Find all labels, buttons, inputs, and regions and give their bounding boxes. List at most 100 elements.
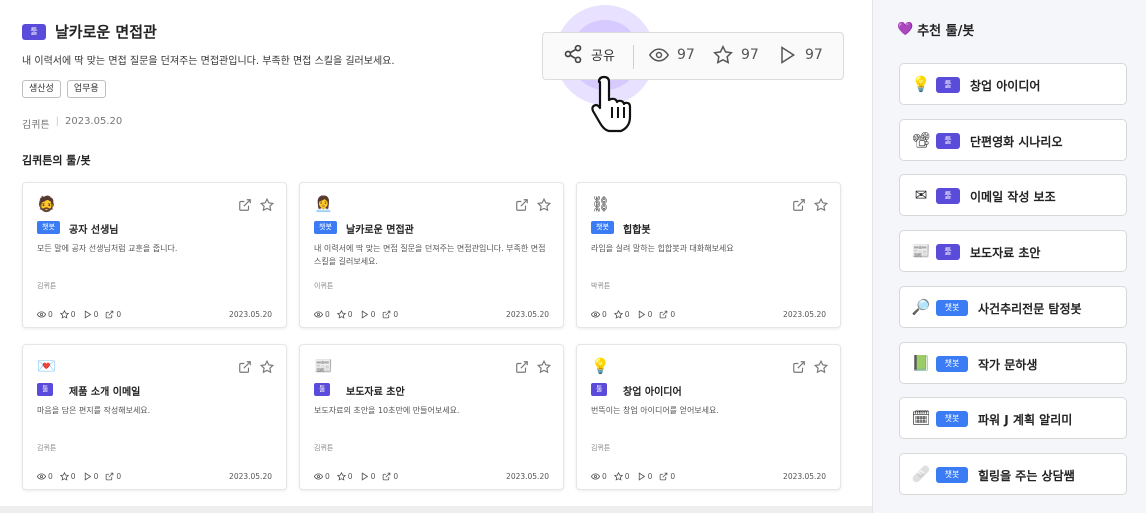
tag[interactable]: 업무용 — [66, 80, 106, 98]
favorite-star-icon[interactable] — [813, 197, 829, 216]
external-link-icon — [106, 310, 114, 319]
play-icon — [84, 472, 91, 481]
recommendation-item[interactable]: 🔎 챗봇 사건추리전문 탐정봇 — [899, 285, 1127, 328]
type-badge: 챗봇 — [314, 221, 337, 234]
recommendation-item[interactable]: 🗓 챗봇 파워 J 계획 알리미 — [899, 397, 1127, 440]
recommendation-item[interactable]: 💡 툴 창업 아이디어 — [899, 63, 1127, 105]
tool-card[interactable]: 💡 툴 창업 아이디어 번뜩이는 창업 아이디어를 얻어보세요. 김퀴튼 0 0 0 0 2023… — [576, 344, 841, 490]
play-button[interactable]: 97 — [777, 45, 823, 65]
star-icon — [336, 310, 346, 319]
tool-card[interactable]: 📰 툴 보도자료 초안 보도자료의 초안을 10초만에 만들어보세요. 김퀴튼 0 0 0 0 2… — [299, 344, 564, 490]
rec-emoji-icon: 📰 — [911, 242, 931, 261]
rec-label: 힐링을 주는 상담쌤 — [978, 468, 1075, 483]
card-emoji-icon: 💡 — [591, 357, 610, 375]
rec-label: 단편영화 시나리오 — [970, 134, 1063, 149]
type-badge: 툴 — [936, 132, 960, 149]
recommendation-item[interactable]: 📽 툴 단편영화 시나리오 — [899, 118, 1127, 161]
rec-label: 작가 문하생 — [978, 357, 1038, 372]
favorite-star-icon[interactable] — [259, 359, 275, 378]
tag-list: 생산성 업무용 — [22, 80, 106, 98]
view-stat: 0 — [37, 310, 53, 319]
share-button[interactable]: 공유 — [563, 44, 615, 64]
card-title: 보도자료 초안 — [346, 387, 405, 398]
type-badge: 챗봇 — [936, 411, 968, 428]
recommendation-item[interactable]: 🩹 챗봇 힐링을 주는 상담쌤 — [899, 452, 1127, 495]
recommendation-item[interactable]: ✉ 툴 이메일 작성 보조 — [899, 174, 1127, 217]
eye-icon — [591, 311, 600, 318]
card-author: 이퀴튼 — [314, 282, 334, 290]
tool-card[interactable]: 🧔 챗봇 공자 선생님 모든 말에 공자 선생님처럼 교훈을 줍니다. 김퀴튼 0 0 0 0 2… — [22, 182, 287, 328]
type-badge: 툴 — [22, 24, 46, 40]
star-icon — [713, 45, 733, 64]
recommendation-item[interactable]: 📰 툴 보도자료 초안 — [899, 230, 1127, 273]
action-bar: 공유 97 97 97 — [542, 32, 844, 80]
type-badge: 툴 — [591, 383, 608, 396]
rec-label: 창업 아이디어 — [970, 79, 1041, 93]
main-content: 툴 날카로운 면접관 내 이력서에 딱 맞는 면접 질문을 던져주는 면접관입니… — [0, 0, 872, 513]
type-badge: 챗봇 — [936, 466, 968, 483]
publish-date: 2023.05.20 — [64, 116, 123, 127]
open-in-new-icon[interactable] — [792, 197, 806, 216]
eye-icon — [314, 311, 323, 318]
type-badge: 툴 — [314, 383, 331, 396]
type-badge: 툴 — [936, 188, 960, 205]
card-date: 2023.05.20 — [783, 472, 826, 481]
favorite-star-icon[interactable] — [536, 197, 552, 216]
rec-label: 사건추리전문 탐정봇 — [978, 301, 1082, 316]
card-description: 보도자료의 초안을 10초만에 만들어보세요. — [314, 406, 460, 415]
meta-divider: | — [55, 116, 59, 127]
card-title: 힙합봇 — [623, 225, 651, 236]
horizontal-scrollbar[interactable] — [0, 506, 872, 513]
rec-emoji-icon: 📽 — [911, 130, 931, 149]
open-in-new-icon[interactable] — [238, 197, 252, 216]
view-count-value: 97 — [677, 47, 695, 63]
tool-card[interactable]: ⛓ 챗봇 힙합봇 라임을 실려 말하는 힙합봇과 대화해보세요 박퀴튼 0 0 0 0 2023.… — [576, 182, 841, 328]
view-count: 97 — [649, 45, 695, 65]
tool-card[interactable]: 👩‍💼 챗봇 날카로운 면접관 내 이력서에 딱 맞는 면접 질문을 던져주는 면접관… — [299, 182, 564, 328]
play-stat: 0 — [637, 310, 652, 319]
star-button[interactable]: 97 — [713, 45, 759, 65]
play-stat: 0 — [83, 472, 98, 481]
open-in-new-icon[interactable] — [515, 197, 529, 216]
play-icon — [361, 310, 368, 319]
open-in-new-icon[interactable] — [792, 359, 806, 378]
card-emoji-icon: 📰 — [314, 357, 333, 375]
eye-icon — [591, 473, 600, 480]
tag[interactable]: 생산성 — [22, 80, 61, 98]
star-icon — [59, 310, 69, 319]
favorite-star-icon[interactable] — [259, 197, 275, 216]
rec-emoji-icon: 🩹 — [911, 464, 931, 483]
card-author: 박퀴튼 — [591, 282, 611, 290]
star-stat: 0 — [59, 310, 76, 319]
tool-card[interactable]: 💌 툴 제품 소개 이메일 마음을 담은 편지를 작성해보세요. 김퀴튼 0 0 0 0 2023… — [22, 344, 287, 490]
sidebar: 💜 추천 툴/봇 💡 툴 창업 아이디어 📽 툴 단편영화 시나리오 ✉ 툴 이메일 작성 보조… — [872, 0, 1146, 513]
rec-emoji-icon: 🔎 — [911, 297, 931, 316]
card-date: 2023.05.20 — [506, 472, 549, 481]
play-icon — [84, 310, 91, 319]
view-stat: 0 — [314, 310, 330, 319]
card-title: 제품 소개 이메일 — [69, 387, 141, 398]
sidebar-title: 💜 추천 툴/봇 — [897, 20, 974, 39]
favorite-star-icon[interactable] — [813, 359, 829, 378]
eye-icon — [314, 473, 323, 480]
open-in-new-icon[interactable] — [515, 359, 529, 378]
hand-cursor-icon — [591, 75, 632, 133]
author-meta: 김퀴튼 | 2023.05.20 — [22, 116, 122, 131]
open-in-new-icon[interactable] — [238, 359, 252, 378]
recommendation-item[interactable]: 📗 챗봇 작가 문하생 — [899, 341, 1127, 384]
share-stat: 0 — [382, 472, 398, 481]
view-stat: 0 — [591, 472, 607, 481]
card-emoji-icon: 👩‍💼 — [314, 195, 333, 213]
play-count-value: 97 — [805, 47, 823, 63]
author-name[interactable]: 김퀴튼 — [22, 116, 50, 131]
play-stat: 0 — [83, 310, 98, 319]
favorite-star-icon[interactable] — [536, 359, 552, 378]
star-icon — [613, 310, 623, 319]
card-description: 모든 말에 공자 선생님처럼 교훈을 줍니다. — [37, 244, 178, 253]
type-badge: 툴 — [936, 77, 960, 93]
star-stat: 0 — [613, 472, 630, 481]
eye-icon — [649, 48, 669, 62]
card-description: 마음을 담은 편지를 작성해보세요. — [37, 406, 151, 415]
rec-label: 보도자료 초안 — [970, 246, 1041, 261]
page-description: 내 이력서에 딱 맞는 면접 질문을 던져주는 면접관입니다. 부족한 면접 스… — [22, 56, 395, 67]
